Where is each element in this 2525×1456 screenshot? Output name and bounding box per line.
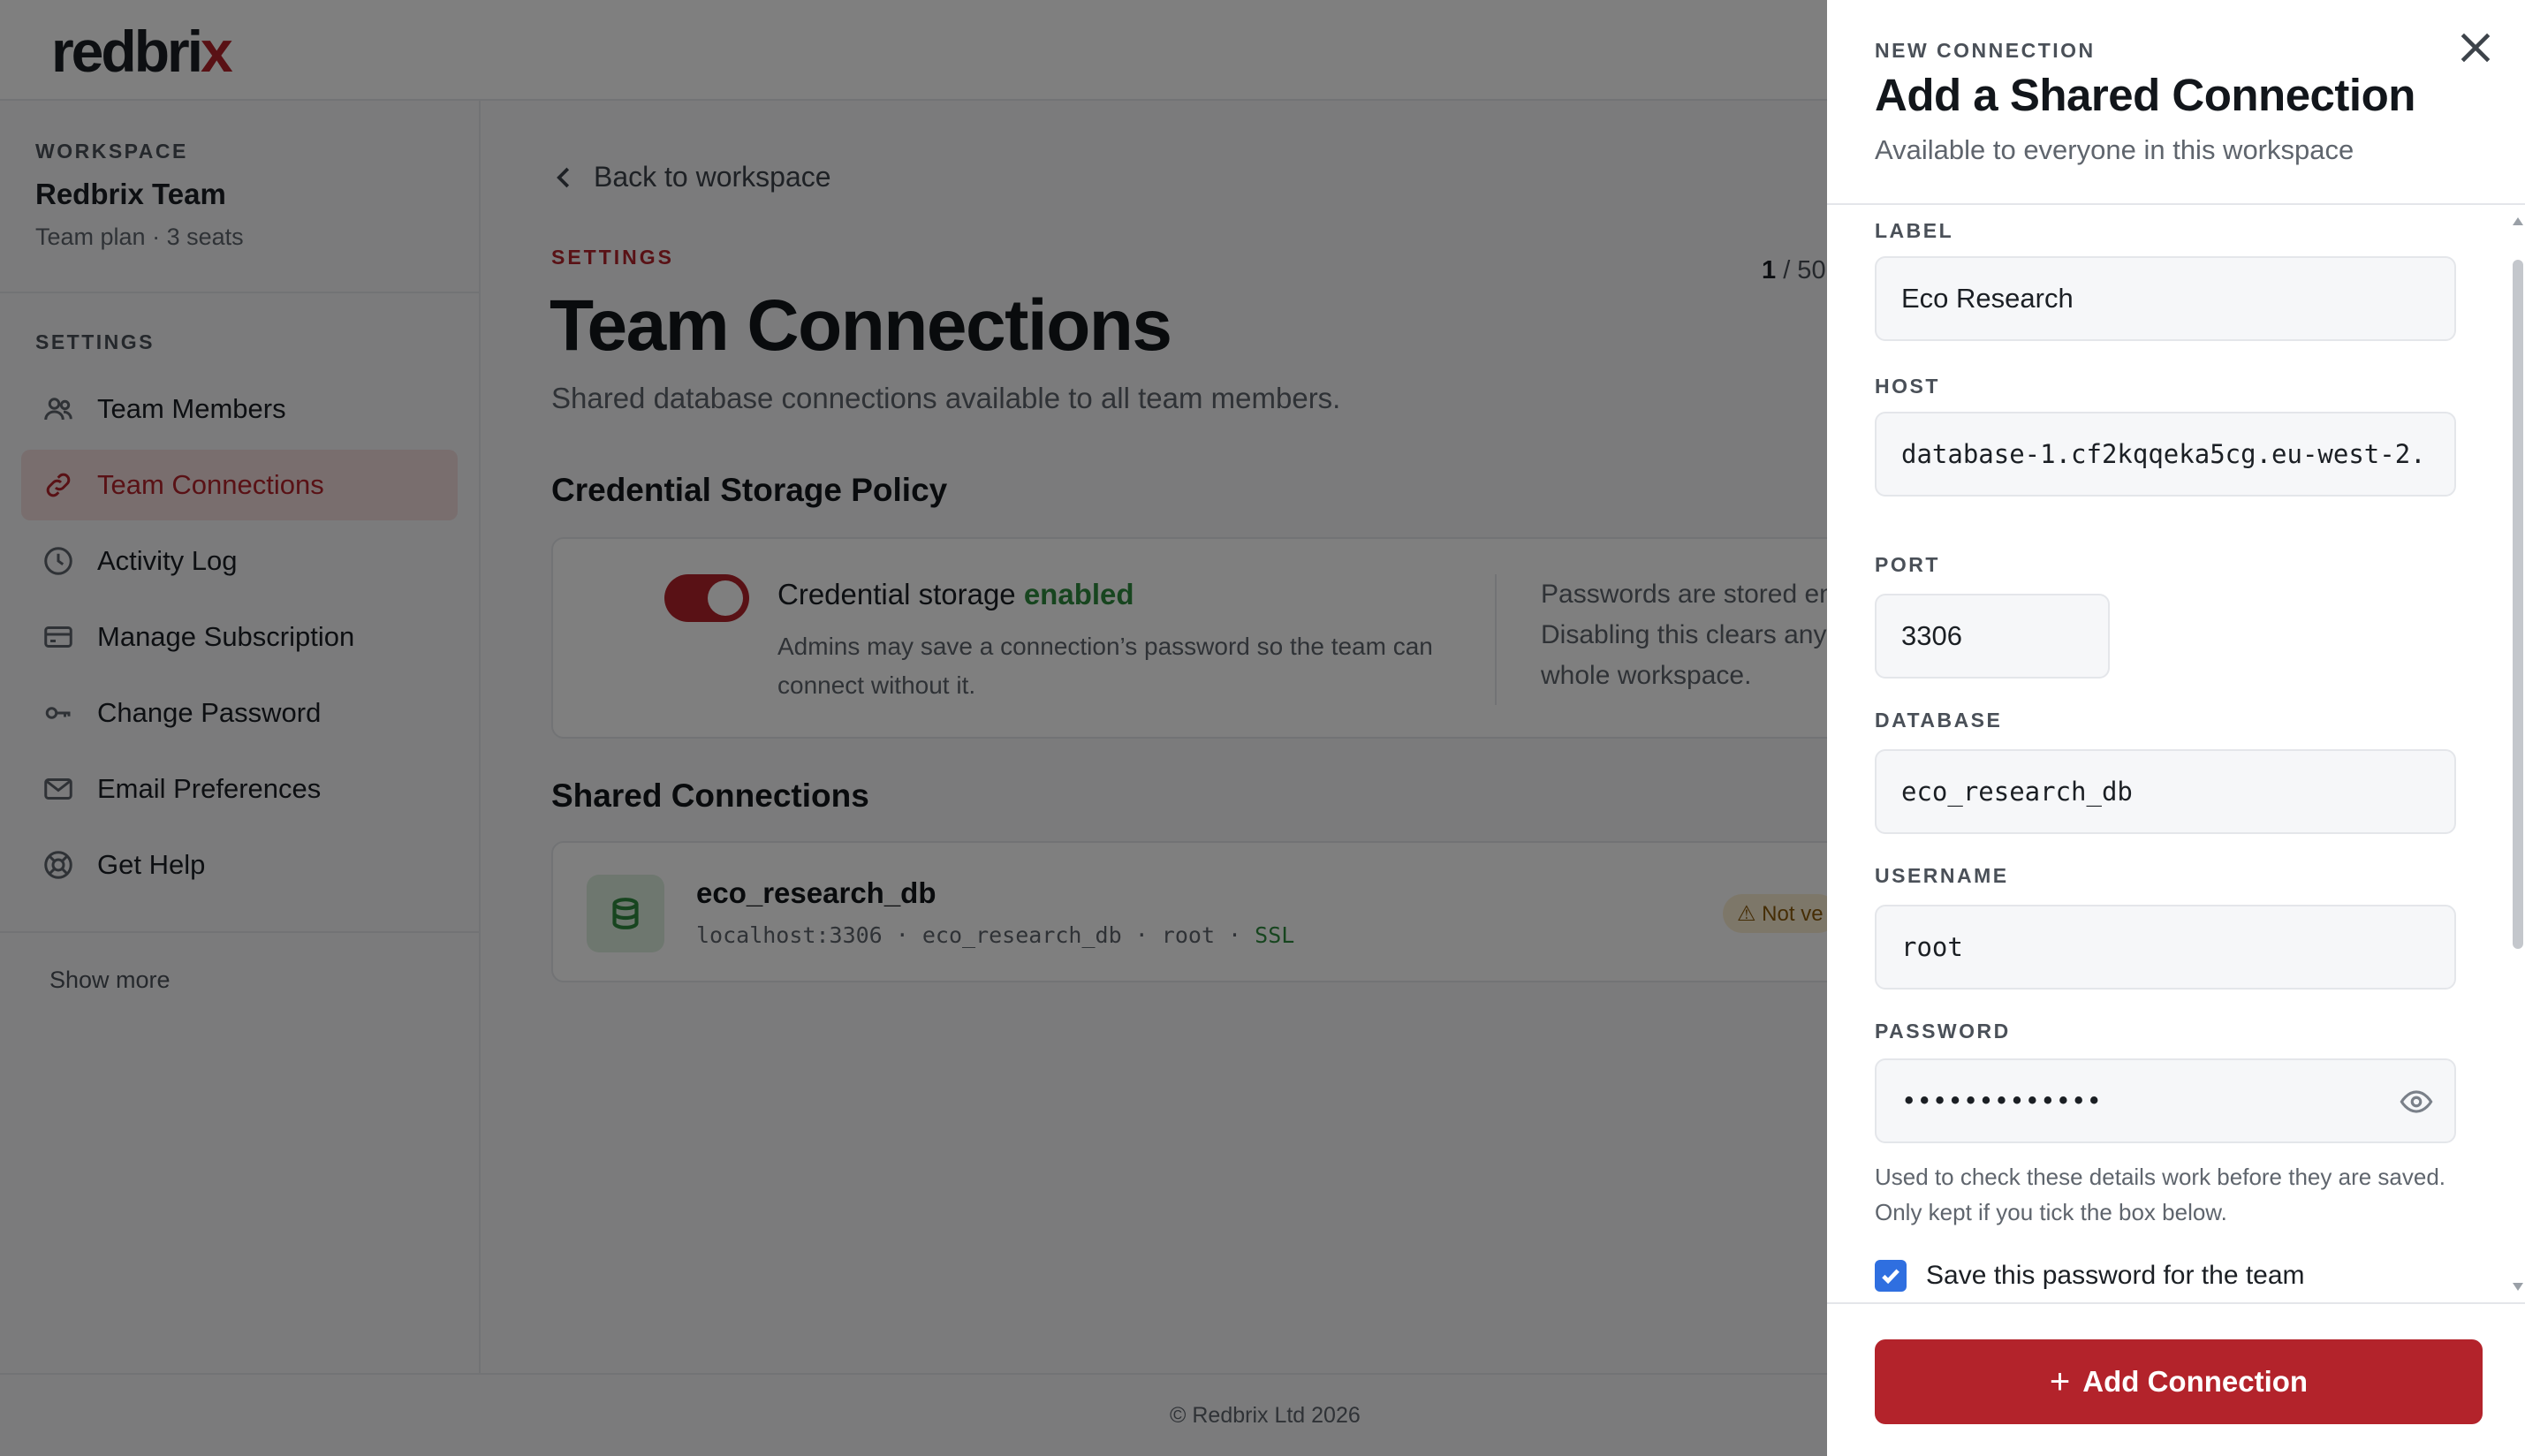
database-field-label: DATABASE bbox=[1875, 709, 2003, 732]
check-icon bbox=[1882, 1269, 1899, 1285]
username-input[interactable]: root bbox=[1875, 905, 2456, 990]
drawer-form: LABEL Eco Research HOST database-1.cf2kq… bbox=[1827, 207, 2525, 1302]
eye-icon[interactable] bbox=[2400, 1085, 2433, 1119]
drawer-header: NEW CONNECTION Add a Shared Connection A… bbox=[1827, 0, 2525, 205]
port-input[interactable]: 3306 bbox=[1875, 594, 2110, 679]
save-password-option[interactable]: Save this password for the team bbox=[1875, 1260, 2305, 1292]
password-input[interactable]: ••••••••••••• bbox=[1875, 1058, 2456, 1143]
database-input[interactable]: eco_research_db bbox=[1875, 749, 2456, 834]
drawer-title: Add a Shared Connection bbox=[1875, 70, 2415, 120]
label-field-label: LABEL bbox=[1875, 219, 1954, 242]
add-connection-drawer: NEW CONNECTION Add a Shared Connection A… bbox=[1827, 0, 2525, 1456]
save-password-label: Save this password for the team bbox=[1926, 1261, 2305, 1290]
label-input[interactable]: Eco Research bbox=[1875, 256, 2456, 341]
drawer-eyebrow: NEW CONNECTION bbox=[1875, 39, 2096, 62]
password-value: ••••••••••••• bbox=[1901, 1086, 2102, 1116]
close-button[interactable] bbox=[2456, 28, 2495, 67]
drawer-subtitle: Available to everyone in this workspace bbox=[1875, 134, 2354, 165]
password-field-label: PASSWORD bbox=[1875, 1020, 2011, 1043]
password-help-text: Used to check these details work before … bbox=[1875, 1164, 2446, 1225]
host-field-label: HOST bbox=[1875, 375, 1940, 398]
plus-icon: + bbox=[2049, 1361, 2071, 1401]
drawer-scrollbar[interactable] bbox=[2509, 210, 2525, 1301]
close-icon bbox=[2461, 33, 2491, 63]
scroll-up-arrow[interactable] bbox=[2513, 217, 2523, 225]
add-connection-label: Add Connection bbox=[2082, 1365, 2309, 1398]
add-connection-button[interactable]: + Add Connection bbox=[1875, 1339, 2483, 1424]
scroll-thumb[interactable] bbox=[2513, 260, 2523, 949]
host-input[interactable]: database-1.cf2kqqeka5cg.eu-west-2. bbox=[1875, 412, 2456, 497]
scroll-down-arrow[interactable] bbox=[2513, 1283, 2523, 1291]
drawer-footer: + Add Connection bbox=[1827, 1302, 2525, 1456]
save-password-checkbox[interactable] bbox=[1875, 1260, 1907, 1292]
username-field-label: USERNAME bbox=[1875, 864, 2009, 887]
port-field-label: PORT bbox=[1875, 553, 1940, 576]
